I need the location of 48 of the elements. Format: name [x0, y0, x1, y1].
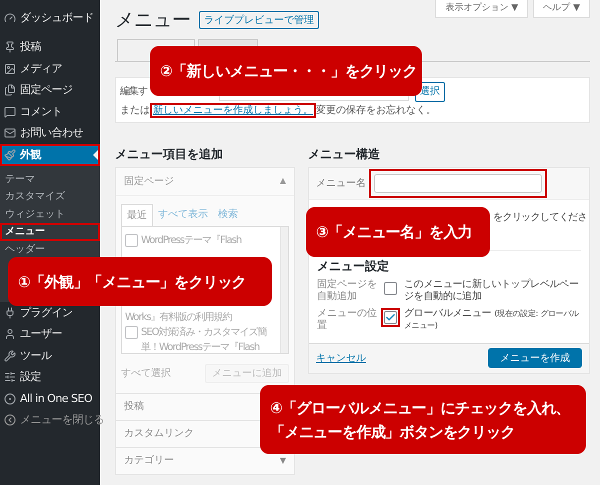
submenu-item[interactable]: ウィジェット [0, 206, 100, 223]
sidebar-item[interactable]: 投稿 [0, 36, 100, 58]
page-title: SEO対策済み・カスタマイズ簡 単！WordPressテーマ『Flash [141, 326, 267, 354]
accordion-title: カテゴリー [124, 454, 174, 468]
toggle-arrow: ▼ [280, 454, 286, 466]
callout-tooltip: ②「新しいメニュー・・・」をクリック [150, 46, 422, 96]
settings-heading: メニュー設定 [317, 258, 390, 274]
callout-tooltip: ④「グローバルメニュー」にチェックを入れ、 「メニューを作成」ボタンをクリック [260, 385, 586, 454]
sidebar-item[interactable]: 固定ページ [0, 80, 100, 101]
accordion-title: 投稿 [124, 400, 144, 414]
hint-text: をクリックしてくださ [492, 210, 587, 224]
accordion-title: 固定ページ [124, 174, 174, 188]
sidebar-item[interactable]: コメント [0, 101, 100, 122]
callout-tooltip: ①「外観」「メニュー」をクリック [8, 257, 272, 306]
setting-label: 固定ページを自動追加 [317, 278, 378, 302]
setting-label: メニューの位置 [317, 308, 378, 332]
submenu-item[interactable]: メニュー [0, 223, 100, 240]
sidebar-item[interactable]: メディア [0, 58, 100, 80]
toggle-arrow: ▲ [280, 175, 286, 187]
create-menu-link[interactable]: 新しいメニューを作成しましょう。 [150, 102, 316, 118]
callout-tooltip: ③「メニュー名」を入力 [306, 207, 490, 257]
sidebar-item[interactable]: 外観 [0, 144, 100, 166]
field-label: メニュー名 [316, 176, 366, 190]
sidebar-item[interactable]: All in One SEO [0, 388, 100, 410]
sidebar-item[interactable]: お問い合わせ [0, 122, 100, 144]
cancel-link[interactable]: キャンセル [316, 350, 366, 366]
page-title: メニュー [115, 8, 191, 33]
accordion-title: カスタムリンク [124, 427, 194, 441]
setting-text: このメニューに新しいトップレベルページを自動的に追加 [404, 278, 580, 302]
screen-option-button[interactable]: 表示オプション ▼ [435, 0, 528, 18]
section-heading: メニュー構造 [308, 146, 381, 162]
submenu-item[interactable]: ヘッダー [0, 240, 100, 258]
submenu-item[interactable]: テーマ [0, 170, 100, 188]
create-menu-button[interactable]: メニューを作成 [488, 348, 582, 368]
sidebar-item[interactable]: ダッシュボード [0, 7, 100, 28]
create-menu-text: または 新しいメニューを作成しましょう。 変更の保存をお忘れなく。 [120, 102, 437, 118]
section-heading: メニュー項目を追加 [115, 146, 224, 162]
sidebar-item[interactable]: ツール [0, 345, 100, 366]
page-title: WordPressテーマ『Flash [141, 234, 242, 248]
live-preview-button[interactable]: ライブプレビューで管理 [199, 11, 319, 30]
submenu-item[interactable]: カスタマイズ [0, 188, 100, 206]
screen-option-button[interactable]: ヘルプ ▼ [533, 0, 590, 18]
sidebar-item[interactable]: ユーザー [0, 324, 100, 345]
setting-text: グローバルメニュー (現在の設定: グローバルメニュー) [404, 308, 580, 332]
select-all-label: すべて選択 [121, 366, 171, 380]
field-label: 編集す [120, 85, 148, 99]
sidebar-item[interactable]: 設定 [0, 366, 100, 388]
page-title: Works』有料版の利用規約 [125, 310, 232, 324]
